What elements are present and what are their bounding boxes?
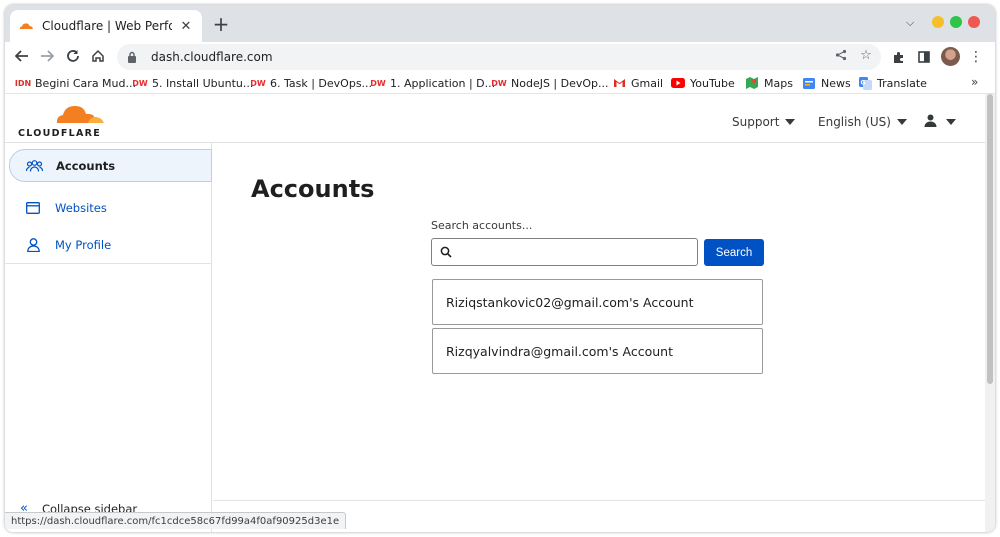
browser-profile-avatar[interactable] xyxy=(941,47,960,66)
bookmark-label: Begini Cara Mud... xyxy=(35,76,136,90)
dw-icon: DW xyxy=(370,78,386,88)
chevron-down-icon xyxy=(785,119,796,125)
search-icon xyxy=(440,243,452,262)
account-card[interactable]: Rizqyalvindra@gmail.com's Account xyxy=(432,328,763,374)
bookmarks-bar: IDN Begini Cara Mud... DW 5. Install Ubu… xyxy=(5,72,995,94)
extensions-icon[interactable] xyxy=(889,48,907,66)
language-menu[interactable]: English (US) xyxy=(818,115,907,129)
news-icon xyxy=(802,77,816,89)
sidebar-item-label: Accounts xyxy=(56,158,116,173)
tab-strip: Cloudflare | Web Performance ✕ + ⌵ xyxy=(5,5,995,42)
bookmark-label: News xyxy=(821,76,851,90)
search-field[interactable] xyxy=(431,238,698,266)
bookmark-item[interactable]: IDN Begini Cara Mud... xyxy=(14,75,136,91)
search-label: Search accounts... xyxy=(431,219,533,232)
language-label: English (US) xyxy=(818,115,891,129)
bookmark-label: NodeJS | DevOp... xyxy=(511,76,609,90)
bookmark-item[interactable]: DW 5. Install Ubuntu... xyxy=(132,75,254,91)
scrollbar-thumb[interactable] xyxy=(987,94,993,384)
profile-icon xyxy=(24,237,42,253)
sidebar-item-label: My Profile xyxy=(55,237,112,252)
sidebar-item-websites[interactable]: Websites xyxy=(9,191,212,224)
cloudflare-header: CLOUDFLARE Support English (US) xyxy=(5,94,985,143)
youtube-icon xyxy=(671,77,685,89)
chevron-down-icon xyxy=(896,119,907,125)
bookmarks-overflow-icon[interactable]: » xyxy=(971,75,978,89)
bookmark-item[interactable]: DW 1. Application | D... xyxy=(370,75,496,91)
address-bar[interactable]: dash.cloudflare.com xyxy=(117,44,881,70)
back-icon[interactable] xyxy=(11,45,33,67)
sidebar-item-label: Websites xyxy=(55,200,107,215)
user-menu[interactable] xyxy=(924,114,956,130)
dw-icon: DW xyxy=(250,78,266,88)
gmail-icon xyxy=(612,77,626,89)
support-label: Support xyxy=(732,115,780,129)
sidebar: Accounts Websites My Profile « Collapse … xyxy=(5,143,212,532)
bookmark-star-icon[interactable]: ☆ xyxy=(858,47,874,63)
bookmark-item[interactable]: DW NodeJS | DevOp... xyxy=(491,75,609,91)
maximize-button[interactable] xyxy=(950,16,962,28)
search-input[interactable] xyxy=(458,245,678,259)
status-bar-url: https://dash.cloudflare.com/fc1cdce58c67… xyxy=(5,512,347,529)
cloudflare-favicon-icon xyxy=(18,18,34,34)
bookmark-label: 1. Application | D... xyxy=(390,76,496,90)
svg-text:G: G xyxy=(860,79,865,86)
bookmark-item[interactable]: Maps xyxy=(745,75,793,91)
reload-icon[interactable] xyxy=(62,45,84,67)
bookmark-label: Translate xyxy=(877,76,927,90)
bookmark-label: Maps xyxy=(764,76,793,90)
cloudflare-logo[interactable]: CLOUDFLARE xyxy=(18,102,108,139)
sidebar-item-my-profile[interactable]: My Profile xyxy=(9,228,212,261)
forward-icon[interactable] xyxy=(36,45,58,67)
idn-icon: IDN xyxy=(14,78,32,88)
user-icon xyxy=(924,114,937,130)
bookmark-label: 6. Task | DevOps... xyxy=(270,76,373,90)
browser-toolbar: dash.cloudflare.com ☆ ⋮ xyxy=(5,42,995,72)
tab-title: Cloudflare | Web Performance xyxy=(42,19,172,33)
footer-divider xyxy=(213,500,985,501)
websites-icon xyxy=(24,200,42,216)
lock-icon[interactable] xyxy=(127,50,141,64)
share-icon[interactable] xyxy=(833,47,849,63)
close-window-button[interactable] xyxy=(968,16,980,28)
dw-icon: DW xyxy=(132,78,148,88)
bookmark-item[interactable]: YouTube xyxy=(671,75,735,91)
sidebar-item-accounts[interactable]: Accounts xyxy=(9,149,212,182)
maps-icon xyxy=(745,77,759,89)
bookmark-item[interactable]: News xyxy=(802,75,851,91)
bookmark-item[interactable]: DW 6. Task | DevOps... xyxy=(250,75,373,91)
sidebar-divider xyxy=(5,263,212,264)
minimize-button[interactable] xyxy=(932,16,944,28)
dw-icon: DW xyxy=(491,78,507,88)
side-panel-icon[interactable] xyxy=(915,48,933,66)
translate-icon: G xyxy=(858,76,872,90)
home-icon[interactable] xyxy=(87,45,109,67)
browser-window: Cloudflare | Web Performance ✕ + ⌵ dash.… xyxy=(5,5,995,532)
support-menu[interactable]: Support xyxy=(732,115,796,129)
tab-search-icon[interactable]: ⌵ xyxy=(906,16,914,30)
main-content: Accounts Search accounts... Search Riziq… xyxy=(213,143,985,532)
bookmark-item[interactable]: G Translate xyxy=(858,75,927,91)
bookmark-label: 5. Install Ubuntu... xyxy=(152,76,254,90)
url-text: dash.cloudflare.com xyxy=(151,50,273,64)
tab-close-icon[interactable]: ✕ xyxy=(178,19,194,34)
accounts-icon xyxy=(25,158,43,174)
browser-tab[interactable]: Cloudflare | Web Performance ✕ xyxy=(10,10,202,42)
page-scrollbar[interactable] xyxy=(985,94,995,532)
search-button[interactable]: Search xyxy=(704,239,764,266)
more-menu-icon[interactable]: ⋮ xyxy=(967,48,985,66)
page-title: Accounts xyxy=(251,175,375,203)
bookmark-label: Gmail xyxy=(631,76,664,90)
bookmark-item[interactable]: Gmail xyxy=(612,75,663,91)
account-card[interactable]: Riziqstankovic02@gmail.com's Account xyxy=(432,279,763,325)
logo-text: CLOUDFLARE xyxy=(18,128,102,139)
new-tab-button[interactable]: + xyxy=(211,14,231,34)
chevron-down-icon xyxy=(946,119,956,125)
bookmark-label: YouTube xyxy=(690,76,735,90)
